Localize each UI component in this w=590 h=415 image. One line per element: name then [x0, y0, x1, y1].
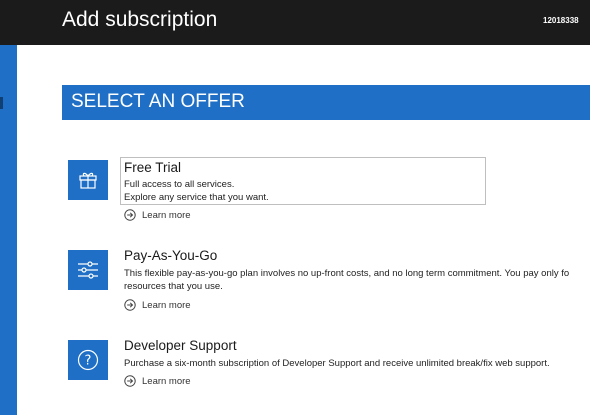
svg-text:?: ?	[85, 354, 92, 369]
account-id[interactable]: 12018338	[543, 16, 590, 25]
offer-name: Free Trial	[124, 160, 182, 175]
offer-tile-developer-support[interactable]: ?	[68, 340, 108, 380]
left-nav-strip[interactable]	[0, 45, 17, 415]
offer-desc-line-2: resources that you use.	[124, 281, 223, 292]
learn-more-link[interactable]: Learn more	[124, 209, 191, 221]
learn-more-link[interactable]: Learn more	[124, 299, 191, 311]
top-bar: Add subscription 12018338	[0, 0, 590, 45]
offer-tile-free-trial[interactable]	[68, 160, 108, 200]
sliders-icon	[78, 261, 98, 279]
learn-more-label: Learn more	[142, 299, 191, 311]
question-icon: ?	[77, 349, 99, 371]
section-banner: SELECT AN OFFER	[62, 85, 590, 120]
arrow-circle-right-icon	[124, 209, 136, 221]
offer-desc-line-1: Purchase a six-month subscription of Dev…	[124, 358, 550, 369]
gift-icon	[79, 172, 97, 189]
arrow-circle-right-icon	[124, 375, 136, 387]
offer-tile-pay-as-you-go[interactable]	[68, 250, 108, 290]
learn-more-link[interactable]: Learn more	[124, 375, 191, 387]
arrow-circle-right-icon	[124, 299, 136, 311]
page-title: Add subscription	[62, 8, 218, 31]
learn-more-label: Learn more	[142, 375, 191, 387]
offer-name: Pay-As-You-Go	[124, 248, 218, 263]
nav-marker	[0, 97, 3, 109]
offer-desc-line-1: Full access to all services.	[124, 179, 235, 190]
section-heading: SELECT AN OFFER	[71, 91, 245, 112]
learn-more-label: Learn more	[142, 209, 191, 221]
offer-name: Developer Support	[124, 338, 237, 353]
offer-desc-line-1: This flexible pay-as-you-go plan involve…	[124, 268, 570, 279]
offer-desc-line-2: Explore any service that you want.	[124, 192, 269, 203]
